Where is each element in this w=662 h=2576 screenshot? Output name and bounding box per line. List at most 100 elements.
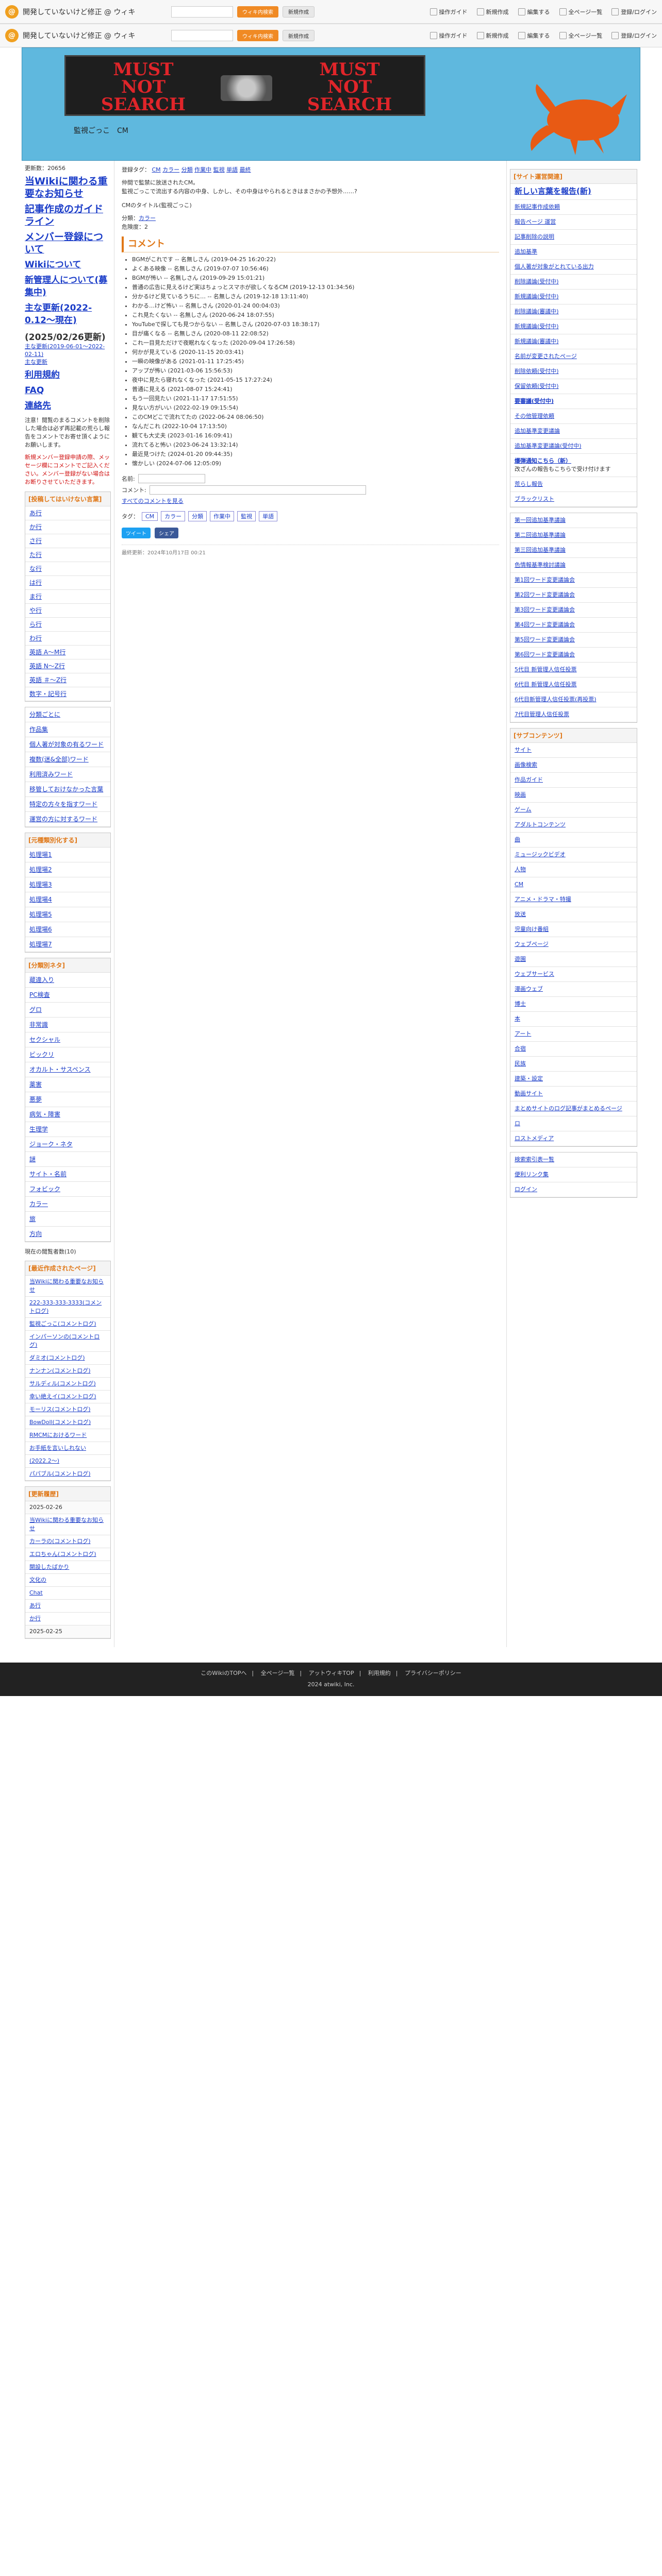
kana-item[interactable]: わ行 — [25, 632, 110, 646]
update-item[interactable]: Chat — [25, 1587, 110, 1600]
misc-item[interactable]: 個人著が対象の有るワード — [25, 737, 110, 752]
tag-link[interactable]: 作業中 — [194, 166, 211, 173]
edit-link[interactable]: 編集する — [518, 8, 550, 16]
nav-faq[interactable]: FAQ — [25, 384, 111, 397]
recent-page-item[interactable]: RMCMにおけるワード — [25, 1429, 110, 1442]
admin-item[interactable]: 保留依頼(受付中) — [510, 379, 637, 394]
misc-item[interactable]: 分類ごとに — [25, 707, 110, 722]
kana-item[interactable]: な行 — [25, 562, 110, 576]
discussion-item[interactable]: 第3回ワード変更議論会 — [510, 603, 637, 618]
sub-content-item[interactable]: 合宿 — [510, 1042, 637, 1057]
sub-content-item[interactable]: 遊園 — [510, 952, 637, 967]
login-link[interactable]: ログイン — [510, 1182, 637, 1197]
admin-item[interactable]: 荒らし報告 — [510, 477, 637, 492]
wiki-logo-icon[interactable]: @ — [5, 29, 19, 42]
sub-content-item[interactable]: サイト — [510, 743, 637, 758]
discussion-item[interactable]: 第1回ワード変更議論会 — [510, 573, 637, 588]
recent-page-item[interactable]: 幸い絶えイ(コメントログ) — [25, 1391, 110, 1403]
new-page-button[interactable]: 新規作成 — [283, 6, 315, 18]
guide-link[interactable]: 操作ガイド — [429, 31, 468, 40]
recent-page-item[interactable]: サルディル(コメントログ) — [25, 1378, 110, 1391]
admin-item[interactable]: その他管理依頼 — [510, 409, 637, 424]
admin-item[interactable]: ブラックリスト — [510, 492, 637, 507]
site-logo[interactable]: MUST NOT SEARCH MUST NOT SEARCH — [64, 55, 425, 116]
discussion-item[interactable]: 第2回ワード変更議論会 — [510, 588, 637, 603]
sub-content-item[interactable]: アダルトコンテンツ — [510, 818, 637, 833]
ceremony-item[interactable]: 処理場6 — [25, 922, 110, 937]
admin-item[interactable]: 新規議論(受付中) — [510, 290, 637, 304]
misc-item[interactable]: 作品集 — [25, 722, 110, 737]
tag-chip[interactable]: カラー — [161, 511, 186, 521]
report-link[interactable]: 爆弾通知こちら（新） — [515, 457, 571, 464]
sub-content-item[interactable]: 曲 — [510, 833, 637, 848]
ceremony-item[interactable]: 処理場1 — [25, 848, 110, 862]
recent-page-item[interactable]: インパーソンの(コメントログ) — [25, 1331, 110, 1352]
wiki-title[interactable]: 開発していないけど修正 @ ウィキ — [23, 30, 167, 41]
admin-item[interactable]: 追加基準変更議論(受付中) — [510, 439, 637, 454]
tag-link[interactable]: 単語 — [226, 166, 238, 173]
recent-page-item[interactable]: (2022.2～) — [25, 1455, 110, 1468]
all-comments-link[interactable]: すべてのコメントを見る — [122, 497, 184, 505]
nav-about-wiki[interactable]: Wikiについて — [25, 259, 111, 271]
sub-content-item[interactable]: 児童向け番組 — [510, 922, 637, 937]
wiki-title[interactable]: 開発していないけど修正 @ ウィキ — [23, 7, 167, 17]
genre-item[interactable]: オカルト・サスペンス — [25, 1062, 110, 1077]
discussion-item[interactable]: 第4回ワード変更議論会 — [510, 618, 637, 633]
genre-item[interactable]: 蔵違入り — [25, 973, 110, 988]
admin-item[interactable]: 新規記事作成依頼 — [510, 200, 637, 215]
category-link[interactable]: カラー — [139, 215, 156, 222]
genre-item[interactable]: カラー — [25, 1197, 110, 1212]
genre-item[interactable]: 旅 — [25, 1212, 110, 1227]
admin-item[interactable]: 報告ページ 運営 — [510, 215, 637, 230]
misc-item[interactable]: 複数(迷&全部)ワード — [25, 752, 110, 767]
genre-item[interactable]: 薬害 — [25, 1077, 110, 1092]
search-input[interactable] — [171, 30, 233, 41]
recent-page-item[interactable]: お手紙を言いしれない — [25, 1442, 110, 1455]
site-title[interactable]: 監視ごっこ CM — [74, 125, 128, 135]
nav-terms[interactable]: 利用規約 — [25, 369, 111, 381]
footer-terms-link[interactable]: 利用規約 — [368, 1670, 391, 1676]
tag-chip[interactable]: 作業中 — [210, 511, 235, 521]
new-link[interactable]: 新規作成 — [476, 31, 509, 40]
discussion-item[interactable]: 第一回追加基準議論 — [510, 513, 637, 528]
tag-link[interactable]: 分類 — [181, 166, 193, 173]
admin-item[interactable]: 記事削除の説明 — [510, 230, 637, 245]
footer-privacy-link[interactable]: プライバシーポリシー — [405, 1670, 461, 1676]
search-button[interactable]: ウィキ内検索 — [237, 30, 278, 41]
kana-item[interactable]: ら行 — [25, 618, 110, 632]
tag-link[interactable]: 監視 — [213, 166, 225, 173]
genre-item[interactable]: PC検査 — [25, 988, 110, 1003]
genre-item[interactable]: 病気・障害 — [25, 1107, 110, 1122]
kana-item[interactable]: た行 — [25, 548, 110, 562]
nav-contact[interactable]: 連絡先 — [25, 400, 111, 412]
search-button[interactable]: ウィキ内検索 — [237, 6, 278, 18]
edit-link[interactable]: 編集する — [518, 31, 550, 40]
nav-important-notice[interactable]: 当Wikiに関わる重要なお知らせ — [25, 175, 111, 200]
genre-item[interactable]: 非常識 — [25, 1018, 110, 1032]
recent-page-item[interactable]: 当Wikiに関わる重要なお知らせ — [25, 1276, 110, 1297]
sub-content-item[interactable]: CM — [510, 877, 637, 892]
nav-article-guideline[interactable]: 記事作成のガイドライン — [25, 203, 111, 228]
ceremony-item[interactable]: 処理場3 — [25, 877, 110, 892]
sub-content-item[interactable]: 動画サイト — [510, 1087, 637, 1101]
ceremony-item[interactable]: 処理場4 — [25, 892, 110, 907]
genre-item[interactable]: サイト・名前 — [25, 1167, 110, 1182]
admin-item[interactable]: 名前が変更されたページ — [510, 349, 637, 364]
sub-content-item[interactable]: 博士 — [510, 997, 637, 1012]
sub-content-item[interactable]: 本 — [510, 1012, 637, 1027]
recent-page-item[interactable]: モーリス(コメントログ) — [25, 1403, 110, 1416]
tag-chip[interactable]: 分類 — [188, 511, 207, 521]
recent-page-item[interactable]: ダミオ(コメントログ) — [25, 1352, 110, 1365]
kana-item[interactable]: は行 — [25, 576, 110, 590]
genre-item[interactable]: グロ — [25, 1003, 110, 1018]
tag-chip[interactable]: 単語 — [259, 511, 278, 521]
tag-link[interactable]: 最終 — [240, 166, 251, 173]
update-item[interactable]: 文化の — [25, 1574, 110, 1587]
sub-content-item[interactable]: 放送 — [510, 907, 637, 922]
kana-item[interactable]: 英語 ＃〜Z行 — [25, 673, 110, 687]
recent-page-item[interactable]: 222-333-333-3333(コメントログ) — [25, 1297, 110, 1318]
sub-content-item[interactable]: まとめサイトのログ記事がまとめるページ — [510, 1101, 637, 1116]
misc-item[interactable]: 特定の方々を指すワード — [25, 797, 110, 812]
update-item[interactable]: あ行 — [25, 1600, 110, 1613]
admin-item[interactable]: 新規議論(審議中) — [510, 334, 637, 349]
